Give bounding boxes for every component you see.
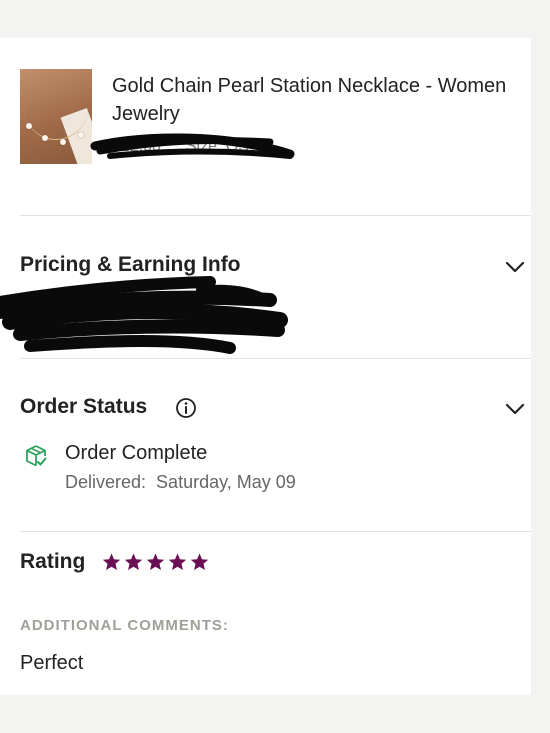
star-icon [124,553,143,571]
delivered-label: Delivered: [65,472,147,492]
delivered-info: Delivered: Saturday, May 09 [65,472,296,493]
order-status-value: Order Complete [65,442,208,464]
product-price: $12.00 [112,138,161,155]
star-icon [190,553,209,571]
product-title[interactable]: Gold Chain Pearl Station Necklace - Wome… [112,72,512,128]
delivered-date: Saturday, May 09 [156,472,296,492]
product-image-pearl [60,139,66,145]
package-check-icon [26,445,47,467]
star-icon [102,553,121,571]
your-earnings: Your Earnings: $9.60 [20,300,188,320]
star-icon [168,553,187,571]
comment-text: Perfect [20,652,84,674]
additional-comments-label: ADDITIONAL COMMENTS: [20,617,229,634]
star-icon [146,553,165,571]
chevron-down-icon[interactable] [504,402,526,416]
product-price-size: $12.00 Size: OS [112,138,249,156]
divider [20,215,531,216]
product-image-pearl [26,123,32,129]
divider [20,531,531,532]
order-status-title[interactable]: Order Status [20,395,147,419]
rating-title: Rating [20,550,86,573]
product-size: Size: OS [185,138,249,155]
info-icon[interactable] [175,397,197,419]
divider [20,358,531,359]
product-image-pearl [78,132,84,138]
pricing-section-title[interactable]: Pricing & Earning Info [20,253,241,277]
product-image-pearl [42,135,48,141]
product-image[interactable] [20,69,92,164]
order-details-card: Gold Chain Pearl Station Necklace - Wome… [0,38,531,695]
chevron-down-icon[interactable] [504,260,526,274]
rating-stars [102,553,209,571]
